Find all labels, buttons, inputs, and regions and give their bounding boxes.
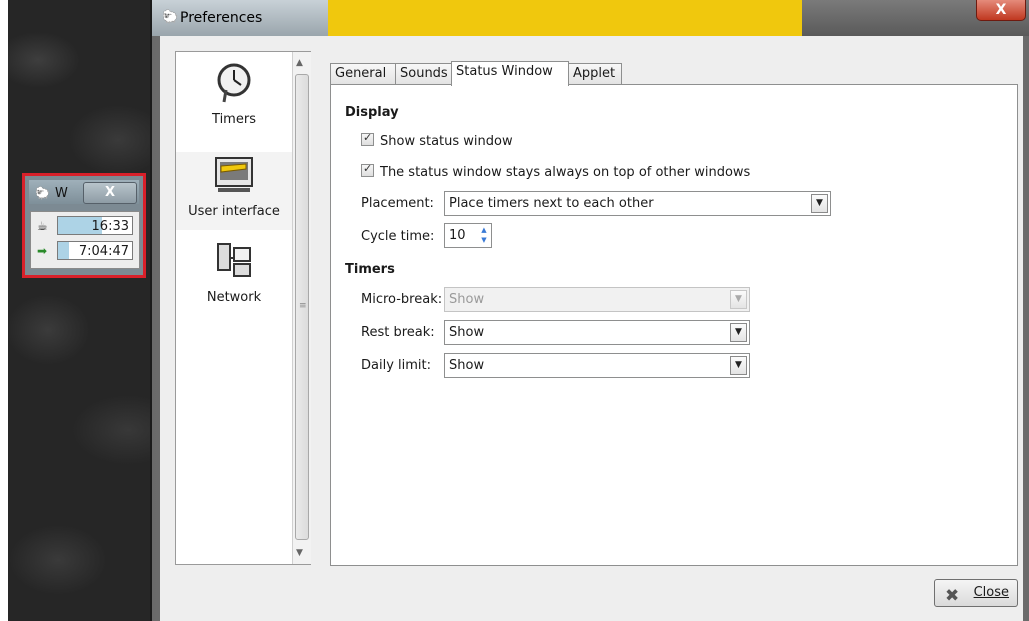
tab-status-window[interactable]: Status Window <box>451 61 569 86</box>
nav-label-user-interface: User interface <box>188 204 280 219</box>
timers-heading: Timers <box>345 262 395 277</box>
tab-sounds[interactable]: Sounds <box>395 63 452 85</box>
titlebar-highlight <box>328 0 802 36</box>
daily-limit-value: Show <box>449 358 485 373</box>
close-button-label: Close <box>973 585 1009 600</box>
show-status-label: Show status window <box>380 134 513 149</box>
show-status-checkbox[interactable]: Show status window <box>361 131 513 149</box>
scroll-up-arrow-icon[interactable]: ▲ <box>296 58 303 68</box>
category-list: Timers User interface Network ▲ ≡ ▼ <box>175 51 311 565</box>
placement-value: Place timers next to each other <box>449 196 654 211</box>
tab-general[interactable]: General <box>330 63 396 85</box>
window-title: Preferences <box>180 10 263 26</box>
sheep-app-icon: 🐑 <box>162 10 179 25</box>
nav-item-user-interface[interactable]: User interface <box>176 152 292 230</box>
daily-limit-label: Daily limit: <box>361 358 432 373</box>
micro-break-time: 16:33 <box>91 219 129 234</box>
mini-timer-row-daily[interactable]: ➡ 7:04:47 <box>35 240 135 262</box>
coffee-cup-icon: ☕ <box>37 219 48 233</box>
mini-titlebar[interactable]: 🐑 W X <box>29 180 139 204</box>
chevron-down-icon[interactable]: ▼ <box>811 194 828 213</box>
close-button[interactable]: ✖ Close <box>934 579 1018 607</box>
nav-item-network[interactable]: Network <box>176 238 292 318</box>
nav-item-timers[interactable]: Timers <box>176 60 292 152</box>
close-x-icon: ✖ <box>945 586 960 606</box>
sheep-app-icon: 🐑 <box>35 186 50 200</box>
nav-label-network: Network <box>206 290 262 305</box>
titlebar[interactable]: 🐑 Preferences X <box>152 0 1029 36</box>
clock-icon <box>217 63 251 103</box>
spin-up-icon[interactable]: ▲ <box>479 225 489 235</box>
checkbox-checked-icon[interactable] <box>361 131 374 146</box>
monitor-ruler-icon <box>215 157 253 192</box>
cycle-time-label: Cycle time: <box>361 229 435 244</box>
micro-break-progress: 16:33 <box>57 216 133 235</box>
grip-icon: ≡ <box>299 301 307 311</box>
rest-break-value: Show <box>449 325 485 340</box>
cycle-time-spinner[interactable]: 10 ▲ ▼ <box>444 223 492 248</box>
placement-label: Placement: <box>361 196 434 211</box>
spinner-buttons[interactable]: ▲ ▼ <box>479 225 489 246</box>
always-on-top-label: The status window stays always on top of… <box>380 165 751 180</box>
status-window-panel: Display Show status window The status wi… <box>330 84 1018 566</box>
status-mini-window[interactable]: 🐑 W X ☕ 16:33 ➡ 7:04:47 <box>22 173 146 278</box>
chevron-down-icon[interactable]: ▼ <box>730 323 747 342</box>
daily-limit-time: 7:04:47 <box>78 244 129 259</box>
checkbox-checked-icon[interactable] <box>361 162 374 177</box>
spin-down-icon[interactable]: ▼ <box>479 235 489 245</box>
window-client-area: Timers User interface Network ▲ ≡ ▼ Gene… <box>160 36 1023 621</box>
micro-break-select: Show ▼ <box>444 287 750 312</box>
daily-limit-progress: 7:04:47 <box>57 241 133 260</box>
mini-title: W <box>55 186 68 201</box>
scroll-down-arrow-icon[interactable]: ▼ <box>296 548 303 558</box>
preferences-window: 🐑 Preferences X Timers User interface Ne… <box>152 0 1029 621</box>
micro-break-value: Show <box>449 292 485 307</box>
network-computers-icon <box>217 243 251 277</box>
scrollbar-thumb[interactable]: ≡ <box>295 74 309 540</box>
placement-select[interactable]: Place timers next to each other ▼ <box>444 191 831 216</box>
nav-label-timers: Timers <box>212 112 256 127</box>
window-close-button[interactable]: X <box>976 0 1026 21</box>
chevron-down-icon[interactable]: ▼ <box>730 356 747 375</box>
cycle-time-value: 10 <box>449 228 466 243</box>
micro-break-label: Micro-break: <box>361 292 443 307</box>
category-list-scrollbar[interactable]: ▲ ≡ ▼ <box>292 52 311 564</box>
mini-timer-list: ☕ 16:33 ➡ 7:04:47 <box>30 211 140 269</box>
always-on-top-checkbox[interactable]: The status window stays always on top of… <box>361 162 751 180</box>
mini-close-button[interactable]: X <box>83 182 137 204</box>
tab-applet[interactable]: Applet <box>568 63 622 85</box>
exit-arrow-icon: ➡ <box>37 244 48 258</box>
daily-limit-progress-fill <box>58 242 70 259</box>
rest-break-select[interactable]: Show ▼ <box>444 320 750 345</box>
mini-timer-row-micro[interactable]: ☕ 16:33 <box>35 215 135 237</box>
desktop-background <box>8 0 155 621</box>
daily-limit-select[interactable]: Show ▼ <box>444 353 750 378</box>
rest-break-label: Rest break: <box>361 325 435 340</box>
display-heading: Display <box>345 105 399 120</box>
chevron-down-icon: ▼ <box>730 290 747 309</box>
